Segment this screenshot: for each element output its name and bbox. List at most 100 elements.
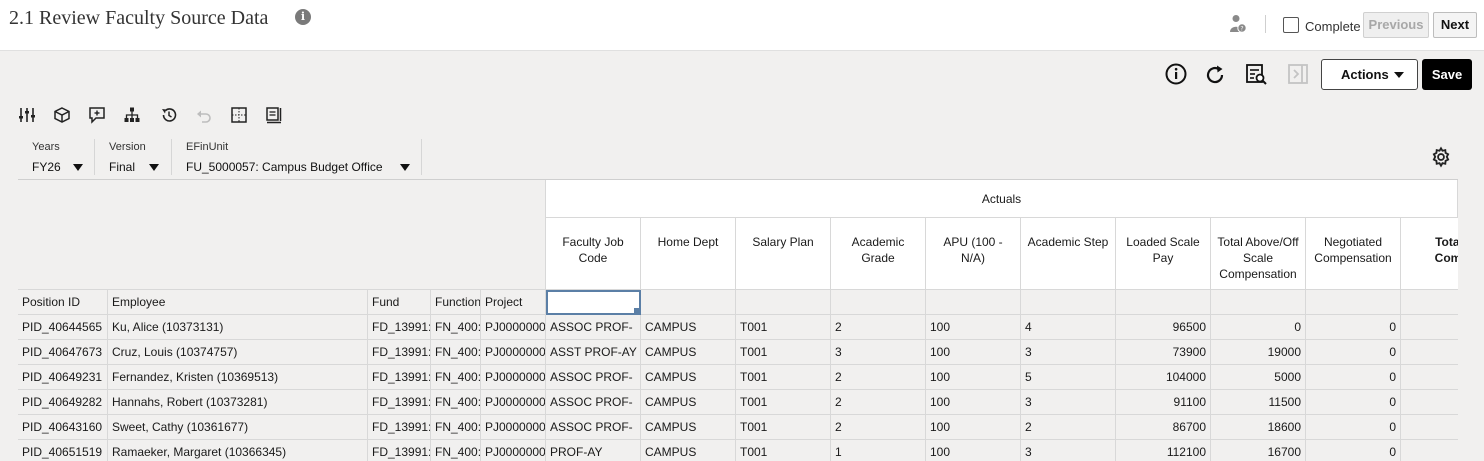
- column-header[interactable]: APU (100 - N/A): [926, 218, 1021, 290]
- data-cell-total[interactable]: 1: [1401, 390, 1458, 415]
- data-cell-job[interactable]: ASSOC PROF-: [546, 315, 641, 340]
- data-cell-job[interactable]: ASSOC PROF-: [546, 415, 641, 440]
- refresh-icon[interactable]: [1203, 63, 1227, 87]
- data-cell-grade[interactable]: 2: [831, 315, 926, 340]
- row-dimension-header[interactable]: Function: [431, 290, 481, 315]
- export-icon[interactable]: [265, 106, 283, 124]
- data-cell-total[interactable]: [1401, 315, 1458, 340]
- data-cell-apu[interactable]: 100: [926, 440, 1021, 461]
- column-header[interactable]: Salary Plan: [736, 218, 831, 290]
- header-blank-cell[interactable]: [926, 290, 1021, 315]
- column-header[interactable]: Academic Grade: [831, 218, 926, 290]
- data-cell-above[interactable]: 19000: [1211, 340, 1306, 365]
- data-cell-dept[interactable]: CAMPUS: [641, 340, 736, 365]
- data-cell-loaded[interactable]: 112100: [1116, 440, 1211, 461]
- history-icon[interactable]: [160, 106, 178, 124]
- data-cell-job[interactable]: ASST PROF-AY: [546, 340, 641, 365]
- data-cell-negotiated[interactable]: 0: [1306, 315, 1401, 340]
- row-header-fund[interactable]: FD_13991:: [368, 315, 431, 340]
- data-cell-step[interactable]: 2: [1021, 415, 1116, 440]
- row-header-function[interactable]: FN_400:: [431, 390, 481, 415]
- data-cell-loaded[interactable]: 73900: [1116, 340, 1211, 365]
- column-header[interactable]: Home Dept: [641, 218, 736, 290]
- header-blank-cell[interactable]: [1306, 290, 1401, 315]
- data-cell-job[interactable]: ASSOC PROF-: [546, 365, 641, 390]
- row-header-position[interactable]: PID_40649231: [18, 365, 108, 390]
- row-dimension-header[interactable]: Fund: [368, 290, 431, 315]
- data-cell-dept[interactable]: CAMPUS: [641, 440, 736, 461]
- data-cell-dept[interactable]: CAMPUS: [641, 315, 736, 340]
- data-cell-apu[interactable]: 100: [926, 390, 1021, 415]
- row-header-employee[interactable]: Cruz, Louis (10374757): [108, 340, 368, 365]
- column-header[interactable]: Loaded Scale Pay: [1116, 218, 1211, 290]
- row-header-project[interactable]: PJ0000000 :: [481, 315, 546, 340]
- save-button[interactable]: Save: [1422, 59, 1472, 90]
- next-button[interactable]: Next: [1433, 12, 1477, 38]
- row-header-position[interactable]: PID_40643160: [18, 415, 108, 440]
- info-icon[interactable]: i: [295, 9, 311, 25]
- chevron-down-icon[interactable]: [400, 164, 410, 171]
- data-cell-plan[interactable]: T001: [736, 390, 831, 415]
- chevron-down-icon[interactable]: [149, 164, 159, 171]
- row-header-employee[interactable]: Ramaeker, Margaret (10366345): [108, 440, 368, 461]
- gear-icon[interactable]: [1430, 146, 1452, 168]
- data-cell-loaded[interactable]: 86700: [1116, 415, 1211, 440]
- user-help-icon[interactable]: ?: [1229, 14, 1247, 34]
- data-cell-total[interactable]: [1401, 340, 1458, 365]
- row-header-function[interactable]: FN_400:: [431, 415, 481, 440]
- data-cell-plan[interactable]: T001: [736, 440, 831, 461]
- header-blank-cell[interactable]: [831, 290, 926, 315]
- data-cell-step[interactable]: 4: [1021, 315, 1116, 340]
- row-header-fund[interactable]: FD_13991:: [368, 415, 431, 440]
- header-blank-cell[interactable]: [1116, 290, 1211, 315]
- row-dimension-header[interactable]: Project: [481, 290, 546, 315]
- data-cell-above[interactable]: 18600: [1211, 415, 1306, 440]
- row-header-project[interactable]: PJ0000000 :: [481, 340, 546, 365]
- data-cell-total[interactable]: 1: [1401, 415, 1458, 440]
- data-cell-dept[interactable]: CAMPUS: [641, 365, 736, 390]
- data-cell-plan[interactable]: T001: [736, 340, 831, 365]
- data-cell-plan[interactable]: T001: [736, 365, 831, 390]
- data-cell-above[interactable]: 5000: [1211, 365, 1306, 390]
- data-cell-grade[interactable]: 2: [831, 365, 926, 390]
- pov-efinunit[interactable]: EFinUnit FU_5000057: Campus Budget Offic…: [172, 139, 422, 175]
- data-cell-above[interactable]: 16700: [1211, 440, 1306, 461]
- column-header[interactable]: Academic Step: [1021, 218, 1116, 290]
- row-header-function[interactable]: FN_400:: [431, 440, 481, 461]
- data-cell-above[interactable]: 0: [1211, 315, 1306, 340]
- header-blank-cell[interactable]: [546, 290, 641, 315]
- data-cell-total[interactable]: 1: [1401, 365, 1458, 390]
- row-header-fund[interactable]: FD_13991:: [368, 365, 431, 390]
- data-cell-grade[interactable]: 2: [831, 415, 926, 440]
- data-cell-dept[interactable]: CAMPUS: [641, 415, 736, 440]
- data-cell-negotiated[interactable]: 0: [1306, 340, 1401, 365]
- pov-version[interactable]: Version Final: [95, 139, 172, 175]
- data-cell-negotiated[interactable]: 0: [1306, 390, 1401, 415]
- cube-icon[interactable]: [53, 106, 71, 124]
- actions-menu-button[interactable]: Actions: [1321, 59, 1418, 90]
- complete-checkbox[interactable]: [1283, 17, 1299, 33]
- row-dimension-header[interactable]: Employee: [108, 290, 368, 315]
- header-blank-cell[interactable]: [1211, 290, 1306, 315]
- data-cell-negotiated[interactable]: 0: [1306, 365, 1401, 390]
- adjust-icon[interactable]: [18, 106, 36, 124]
- row-header-employee[interactable]: Ku, Alice (10373131): [108, 315, 368, 340]
- data-cell-apu[interactable]: 100: [926, 340, 1021, 365]
- row-header-project[interactable]: PJ0000000 :: [481, 440, 546, 461]
- row-header-employee[interactable]: Sweet, Cathy (10361677): [108, 415, 368, 440]
- data-cell-job[interactable]: ASSOC PROF-: [546, 390, 641, 415]
- data-cell-grade[interactable]: 1: [831, 440, 926, 461]
- row-header-project[interactable]: PJ0000000 :: [481, 365, 546, 390]
- comment-icon[interactable]: [88, 106, 106, 124]
- pov-years[interactable]: Years FY26: [18, 139, 95, 175]
- row-header-employee[interactable]: Fernandez, Kristen (10369513): [108, 365, 368, 390]
- data-cell-plan[interactable]: T001: [736, 415, 831, 440]
- data-cell-above[interactable]: 11500: [1211, 390, 1306, 415]
- data-cell-step[interactable]: 5: [1021, 365, 1116, 390]
- row-header-position[interactable]: PID_40651519: [18, 440, 108, 461]
- column-header[interactable]: Total Above/Off Scale Compensation: [1211, 218, 1306, 290]
- column-header[interactable]: Negotiated Compensation: [1306, 218, 1401, 290]
- row-header-fund[interactable]: FD_13991:: [368, 340, 431, 365]
- data-cell-grade[interactable]: 2: [831, 390, 926, 415]
- row-header-function[interactable]: FN_400:: [431, 315, 481, 340]
